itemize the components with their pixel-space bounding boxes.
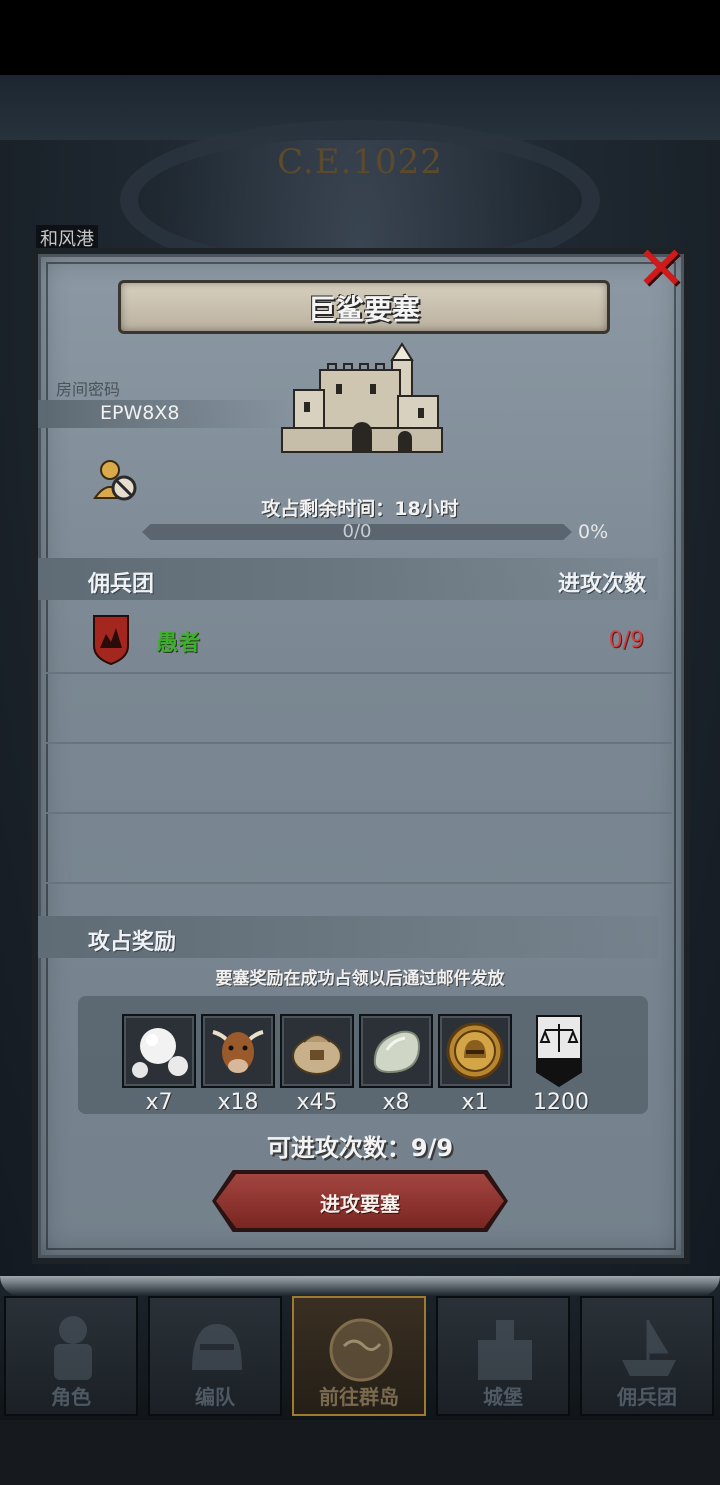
mercenary-attack-count: 0/9	[608, 628, 644, 653]
capture-time-remaining: 攻占剩余时间：18小时	[261, 498, 459, 520]
reward-count: x1	[461, 1090, 489, 1115]
nav-item-label: 编队	[195, 1385, 235, 1409]
helmet-icon	[192, 1324, 242, 1370]
empty-row	[46, 814, 672, 884]
status-bar	[0, 0, 720, 75]
nav-item-formation[interactable]: 编队	[148, 1296, 282, 1416]
era-date: C.E.1022	[277, 142, 443, 182]
dialog-title: 巨鲨要塞	[307, 293, 420, 326]
empty-row	[46, 744, 672, 814]
ship-icon	[622, 1320, 676, 1376]
nav-item-archipelago[interactable]: 前往群岛	[292, 1296, 426, 1416]
castle-icon	[281, 342, 443, 453]
bottom-strip	[0, 1420, 720, 1485]
reward-item[interactable]	[359, 1014, 433, 1088]
game-screen: C.E.1022 和风港 ✕ 巨鲨要塞 房间密码 EPW8X8 攻占剩余时间：1…	[0, 0, 720, 1485]
knight-icon	[54, 1316, 92, 1380]
mercenary-column-header: 佣兵团	[88, 572, 155, 597]
reward-header: 攻占奖励	[88, 930, 177, 955]
reward-count: x8	[382, 1090, 410, 1115]
nav-item-character[interactable]: 角色	[4, 1296, 138, 1416]
nav-item-label: 角色	[51, 1385, 91, 1409]
reward-item[interactable]	[438, 1014, 512, 1088]
stone-icon	[373, 1030, 421, 1074]
cow-icon	[212, 1030, 264, 1073]
sack-icon	[292, 1034, 342, 1075]
nav-item-label: 城堡	[483, 1385, 523, 1409]
capture-progress-percent: 0%	[578, 521, 609, 543]
mercenary-name: 愚者	[156, 631, 201, 656]
nav-item-mercenary[interactable]: 佣兵团	[580, 1296, 714, 1416]
globe-icon	[329, 1318, 393, 1382]
mercenary-row[interactable]	[46, 604, 672, 674]
close-icon: ✕	[635, 234, 687, 304]
justice-flag-icon[interactable]	[533, 1014, 585, 1088]
reward-item[interactable]	[280, 1014, 354, 1088]
guild-shield-icon	[93, 615, 129, 666]
empty-row	[46, 674, 672, 744]
reward-count: x18	[217, 1090, 259, 1115]
attack-fortress-button-label[interactable]: 进攻要塞	[216, 1188, 504, 1217]
attack-count-column-header: 进攻次数	[557, 572, 646, 597]
close-button[interactable]: ✕	[632, 239, 690, 304]
pearl-icon	[132, 1028, 188, 1078]
snow-edge	[0, 1276, 720, 1296]
capture-progress-text: 0/0	[342, 521, 372, 542]
reward-count: x45	[296, 1090, 338, 1115]
nav-item-castle[interactable]: 城堡	[436, 1296, 570, 1416]
room-code: EPW8X8	[100, 402, 180, 424]
reward-item[interactable]	[122, 1014, 196, 1088]
nav-item-label: 前往群岛	[319, 1385, 399, 1409]
room-code-label: 房间密码	[56, 380, 121, 399]
reward-note: 要塞奖励在成功占领以后通过邮件发放	[215, 969, 505, 989]
reward-item[interactable]	[201, 1014, 275, 1088]
attacks-remaining: 可进攻次数：9/9	[266, 1134, 454, 1162]
reward-count: 1200	[533, 1090, 589, 1115]
nav-item-label: 佣兵团	[617, 1385, 677, 1409]
castle-nav-icon	[478, 1320, 532, 1380]
helmet-coin-icon	[446, 1022, 504, 1080]
reward-count: x7	[145, 1090, 173, 1115]
